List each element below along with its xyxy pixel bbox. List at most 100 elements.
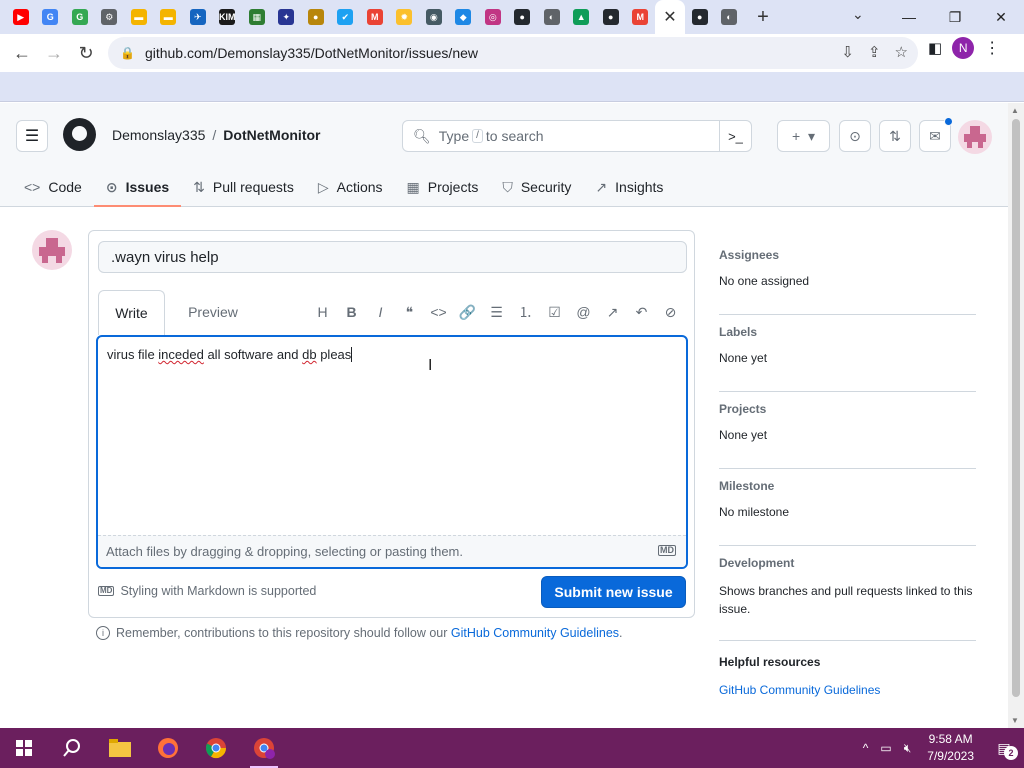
sidebar-assignees[interactable]: Assignees No one assigned <box>719 238 976 315</box>
search-icon[interactable] <box>48 728 96 768</box>
labels-heading[interactable]: Labels <box>719 325 976 339</box>
community-guidelines-link[interactable]: GitHub Community Guidelines <box>451 626 619 640</box>
task-list-icon[interactable]: ☑ <box>540 300 569 324</box>
close-window-button[interactable]: ✕ <box>978 9 1024 26</box>
sidebar-development[interactable]: Development Shows branches and pull requ… <box>719 546 976 641</box>
assignees-heading[interactable]: Assignees <box>719 248 976 262</box>
tab-insights[interactable]: ↗ Insights <box>583 167 675 207</box>
browser-tab[interactable]: ◎ <box>478 2 508 32</box>
markdown-icon[interactable]: MD <box>658 545 676 556</box>
bold-icon[interactable]: B <box>337 300 366 324</box>
network-icon[interactable]: ▭ <box>880 741 891 755</box>
development-heading[interactable]: Development <box>719 556 976 570</box>
reload-button[interactable]: ↻ <box>70 37 102 69</box>
helpful-guidelines-link[interactable]: GitHub Community Guidelines <box>719 683 880 697</box>
browser-tab[interactable]: ▶ <box>6 2 36 32</box>
tab-pull-requests[interactable]: ⇅ Pull requests <box>181 167 306 207</box>
repo-owner-link[interactable]: Demonslay335 <box>112 127 205 143</box>
submit-new-issue-button[interactable]: Submit new issue <box>541 576 686 608</box>
github-logo-icon[interactable] <box>63 118 96 151</box>
sidebar-milestone[interactable]: Milestone No milestone <box>719 469 976 546</box>
command-palette-icon[interactable]: >_ <box>719 121 751 151</box>
search-input[interactable]: 🔍︎ Type / to search >_ <box>402 120 752 152</box>
browser-tab[interactable]: ● <box>301 2 331 32</box>
install-icon[interactable]: ⇩ <box>841 43 854 61</box>
user-avatar[interactable] <box>958 120 992 154</box>
browser-tab[interactable]: ◉ <box>419 2 449 32</box>
browser-tab[interactable]: ✈ <box>183 2 213 32</box>
bulleted-list-icon[interactable]: ☰ <box>482 300 511 324</box>
browser-tab[interactable]: ✹ <box>390 2 420 32</box>
windows-start-icon[interactable] <box>0 728 48 768</box>
link-icon[interactable]: 🔗 <box>453 300 482 324</box>
volume-mute-icon[interactable]: 🔇︎ <box>904 741 912 756</box>
tab-projects[interactable]: ▦ Projects <box>395 167 491 207</box>
sidebar-projects[interactable]: Projects None yet <box>719 392 976 469</box>
code-icon[interactable]: <> <box>424 300 453 324</box>
maximize-button[interactable]: ❐ <box>932 9 978 26</box>
firefox-icon[interactable] <box>144 728 192 768</box>
tab-actions[interactable]: ▷ Actions <box>306 167 395 207</box>
slash-commands-icon[interactable]: ⊘ <box>656 300 685 324</box>
browser-tab[interactable]: ● <box>685 2 715 32</box>
reference-icon[interactable]: ↗ <box>598 300 627 324</box>
system-clock[interactable]: 9:58 AM 7/9/2023 <box>927 731 974 765</box>
mention-icon[interactable]: @ <box>569 300 598 324</box>
undo-icon[interactable]: ↶ <box>627 300 656 324</box>
milestone-heading[interactable]: Milestone <box>719 479 976 493</box>
numbered-list-icon[interactable]: ⒈ <box>511 300 540 324</box>
scroll-down-icon[interactable]: ▼ <box>1011 716 1019 725</box>
chrome-icon[interactable] <box>192 728 240 768</box>
browser-tab[interactable]: M <box>360 2 390 32</box>
show-hidden-icons-icon[interactable]: ^ <box>863 741 869 755</box>
side-panel-icon[interactable]: ◧ <box>928 39 942 57</box>
browser-tab[interactable]: ▬ <box>124 2 154 32</box>
tab-security[interactable]: ⛉ Security <box>490 167 583 207</box>
page-scrollbar[interactable]: ▲ ▼ <box>1008 103 1024 728</box>
tab-code[interactable]: <> Code <box>12 167 94 207</box>
file-explorer-icon[interactable] <box>96 728 144 768</box>
browser-tab[interactable]: M <box>626 2 656 32</box>
browser-tab[interactable]: ◐ <box>715 2 745 32</box>
markdown-note-text[interactable]: Styling with Markdown is supported <box>120 584 316 598</box>
browser-tab[interactable]: G <box>65 2 95 32</box>
browser-tab[interactable]: ✦ <box>272 2 302 32</box>
browser-tab[interactable]: ⚙ <box>95 2 125 32</box>
address-bar[interactable]: 🔒 github.com/Demonslay335/DotNetMonitor/… <box>108 37 918 69</box>
profile-avatar[interactable]: N <box>952 37 975 59</box>
tab-issues[interactable]: ⊙ Issues <box>93 167 182 207</box>
browser-tab[interactable]: G <box>36 2 66 32</box>
scroll-up-icon[interactable]: ▲ <box>1011 106 1019 115</box>
back-button[interactable]: ← <box>6 37 38 69</box>
tab-search-icon[interactable]: ⌄ <box>852 6 864 23</box>
issue-title-input[interactable]: .wayn virus help <box>98 241 687 273</box>
heading-icon[interactable]: H <box>308 300 337 324</box>
notification-center-icon[interactable]: ▤ 2 <box>984 728 1024 768</box>
issues-icon[interactable]: ⊙ <box>839 120 871 152</box>
browser-tab[interactable]: ▲ <box>567 2 597 32</box>
italic-icon[interactable]: I <box>366 300 395 324</box>
new-tab-button[interactable]: + <box>748 2 778 32</box>
scroll-thumb[interactable] <box>1012 119 1020 697</box>
browser-tab[interactable]: ◐ <box>537 2 567 32</box>
browser-tab[interactable]: ◆ <box>449 2 479 32</box>
issue-body-textarea[interactable]: virus file inceded all software and db p… <box>96 335 688 569</box>
tab-write[interactable]: Write <box>98 290 165 335</box>
close-tab-icon[interactable]: ✕ <box>655 2 685 32</box>
sidebar-labels[interactable]: Labels None yet <box>719 315 976 392</box>
menu-dots-icon[interactable]: ⋮ <box>984 38 1000 58</box>
browser-tab[interactable]: ● <box>596 2 626 32</box>
browser-tab[interactable]: KIM <box>213 2 243 32</box>
hamburger-menu-button[interactable]: ☰ <box>16 120 48 152</box>
forward-button[interactable]: → <box>38 37 70 69</box>
browser-tab[interactable]: ▦ <box>242 2 272 32</box>
pull-requests-icon[interactable]: ⇅ <box>879 120 911 152</box>
browser-tab[interactable]: ▬ <box>154 2 184 32</box>
quote-icon[interactable]: ❝ <box>395 300 424 324</box>
active-browser-tab[interactable]: ✕ <box>655 0 685 34</box>
bookmark-star-icon[interactable]: ☆ <box>895 43 908 61</box>
attach-files-bar[interactable]: Attach files by dragging & dropping, sel… <box>98 535 686 567</box>
minimize-button[interactable]: — <box>886 9 932 25</box>
chrome-profile-icon[interactable] <box>240 728 288 768</box>
tab-preview[interactable]: Preview <box>178 290 248 334</box>
